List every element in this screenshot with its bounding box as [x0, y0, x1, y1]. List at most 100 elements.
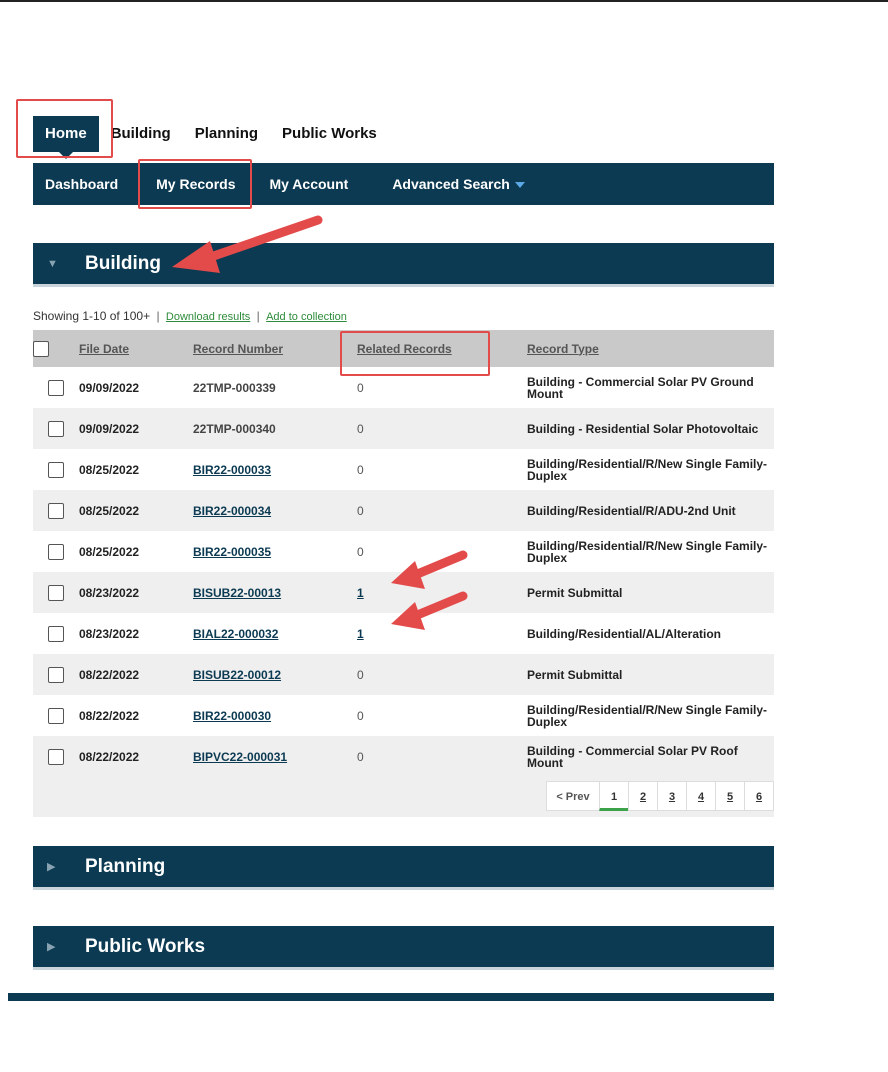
expand-triangle-icon: ▶ — [47, 861, 56, 873]
page-6-button[interactable]: 6 — [744, 781, 774, 811]
row-checkbox[interactable] — [48, 666, 64, 683]
record-type: Building - Commercial Solar PV Ground Mo… — [527, 367, 774, 408]
table-row: 08/22/2022 BIR22-000030 0 Building/Resid… — [33, 695, 774, 736]
related-records: 0 — [357, 695, 527, 736]
select-all-checkbox[interactable] — [33, 340, 49, 357]
add-to-collection-link[interactable]: Add to collection — [266, 311, 347, 323]
select-all-cell — [33, 330, 79, 367]
record-number-text: 22TMP-000339 — [193, 380, 276, 395]
record-number-link[interactable]: BIPVC22-000031 — [193, 750, 287, 764]
separator: | — [256, 309, 260, 323]
header-record-type[interactable]: Record Type — [527, 330, 774, 367]
building-section-title: Building — [85, 252, 161, 274]
related-records: 0 — [357, 490, 527, 531]
record-type: Building/Residential/R/New Single Family… — [527, 449, 774, 490]
nav-dashboard[interactable]: Dashboard — [33, 163, 134, 205]
top-border-line — [0, 0, 888, 2]
page-3-button[interactable]: 3 — [657, 781, 687, 811]
page-1-button[interactable]: 1 — [599, 781, 629, 811]
related-count: 0 — [357, 544, 364, 559]
record-number-link[interactable]: BISUB22-00013 — [193, 586, 281, 600]
row-checkbox[interactable] — [48, 707, 64, 724]
file-date: 09/09/2022 — [79, 408, 193, 449]
advanced-search-label: Advanced Search — [392, 176, 510, 192]
tab-public-works[interactable]: Public Works — [270, 116, 389, 152]
file-date: 09/09/2022 — [79, 367, 193, 408]
row-checkbox[interactable] — [48, 461, 64, 478]
row-select-cell — [33, 490, 79, 531]
pagination-row: < Prev 1 2 3 4 5 6 — [33, 769, 774, 817]
annotation-arrow-icon — [391, 591, 468, 630]
results-summary: Showing 1-10 of 100+ | Download results … — [33, 309, 347, 323]
record-number-link[interactable]: BIR22-000033 — [193, 463, 271, 477]
related-records: 0 — [357, 449, 527, 490]
record-number: BIR22-000034 — [193, 490, 357, 531]
table-row: 08/22/2022 BISUB22-00012 0 Permit Submit… — [33, 654, 774, 695]
planning-section-header[interactable]: ▶ Planning — [33, 846, 774, 890]
record-number: BIR22-000030 — [193, 695, 357, 736]
nav-my-account[interactable]: My Account — [257, 163, 376, 205]
file-date: 08/22/2022 — [79, 654, 193, 695]
related-count: 0 — [357, 380, 364, 395]
related-count: 0 — [357, 503, 364, 518]
record-type: Building - Residential Solar Photovoltai… — [527, 408, 774, 449]
row-select-cell — [33, 449, 79, 490]
related-records: 0 — [357, 654, 527, 695]
download-results-link[interactable]: Download results — [166, 311, 250, 323]
row-checkbox[interactable] — [48, 625, 64, 642]
record-number-link[interactable]: BIR22-000034 — [193, 504, 271, 518]
related-count: 0 — [357, 708, 364, 723]
row-checkbox[interactable] — [48, 379, 64, 396]
dropdown-caret-icon — [514, 182, 525, 189]
record-number-link[interactable]: BIR22-000035 — [193, 545, 271, 559]
file-date: 08/23/2022 — [79, 613, 193, 654]
prev-page-button[interactable]: < Prev — [546, 781, 600, 811]
nav-advanced-search[interactable]: Advanced Search — [376, 163, 541, 205]
header-record-number[interactable]: Record Number — [193, 330, 357, 367]
related-records-link[interactable]: 1 — [357, 586, 364, 600]
tab-planning[interactable]: Planning — [183, 116, 270, 152]
record-number: 22TMP-000340 — [193, 408, 357, 449]
file-date: 08/25/2022 — [79, 531, 193, 572]
row-checkbox[interactable] — [48, 543, 64, 560]
record-number: BIAL22-000032 — [193, 613, 357, 654]
record-number-link[interactable]: BIR22-000030 — [193, 709, 271, 723]
separator: | — [156, 309, 160, 323]
page-4-button[interactable]: 4 — [686, 781, 716, 811]
record-number-link[interactable]: BIAL22-000032 — [193, 627, 278, 641]
related-records-link[interactable]: 1 — [357, 627, 364, 641]
record-type: Permit Submittal — [527, 654, 774, 695]
row-checkbox[interactable] — [48, 420, 64, 437]
related-count: 0 — [357, 667, 364, 682]
record-number: BIR22-000035 — [193, 531, 357, 572]
building-section-header[interactable]: ▼ Building — [33, 243, 774, 287]
related-count: 0 — [357, 421, 364, 436]
annotation-box-my-records — [138, 159, 252, 209]
results-count: Showing 1-10 of 100+ — [33, 309, 151, 323]
record-number-link[interactable]: BISUB22-00012 — [193, 668, 281, 682]
row-select-cell — [33, 695, 79, 736]
record-type: Permit Submittal — [527, 572, 774, 613]
expand-triangle-icon: ▶ — [47, 941, 56, 953]
public-works-section-header[interactable]: ▶ Public Works — [33, 926, 774, 970]
related-count: 0 — [357, 462, 364, 477]
pagination: < Prev 1 2 3 4 5 6 — [546, 781, 774, 811]
page-5-button[interactable]: 5 — [715, 781, 745, 811]
header-file-date[interactable]: File Date — [79, 330, 193, 367]
row-checkbox[interactable] — [48, 584, 64, 601]
page-2-button[interactable]: 2 — [628, 781, 658, 811]
table-row: 09/09/2022 22TMP-000340 0 Building - Res… — [33, 408, 774, 449]
record-type: Building/Residential/AL/Alteration — [527, 613, 774, 654]
record-type: Building/Residential/R/New Single Family… — [527, 695, 774, 736]
row-select-cell — [33, 531, 79, 572]
public-works-section-title: Public Works — [85, 935, 206, 957]
related-count: 0 — [357, 749, 364, 764]
file-date: 08/25/2022 — [79, 490, 193, 531]
footer-band — [8, 993, 774, 1001]
file-date: 08/22/2022 — [79, 695, 193, 736]
row-checkbox[interactable] — [48, 502, 64, 519]
row-checkbox[interactable] — [48, 748, 64, 765]
file-date: 08/23/2022 — [79, 572, 193, 613]
row-select-cell — [33, 572, 79, 613]
record-number: BIR22-000033 — [193, 449, 357, 490]
